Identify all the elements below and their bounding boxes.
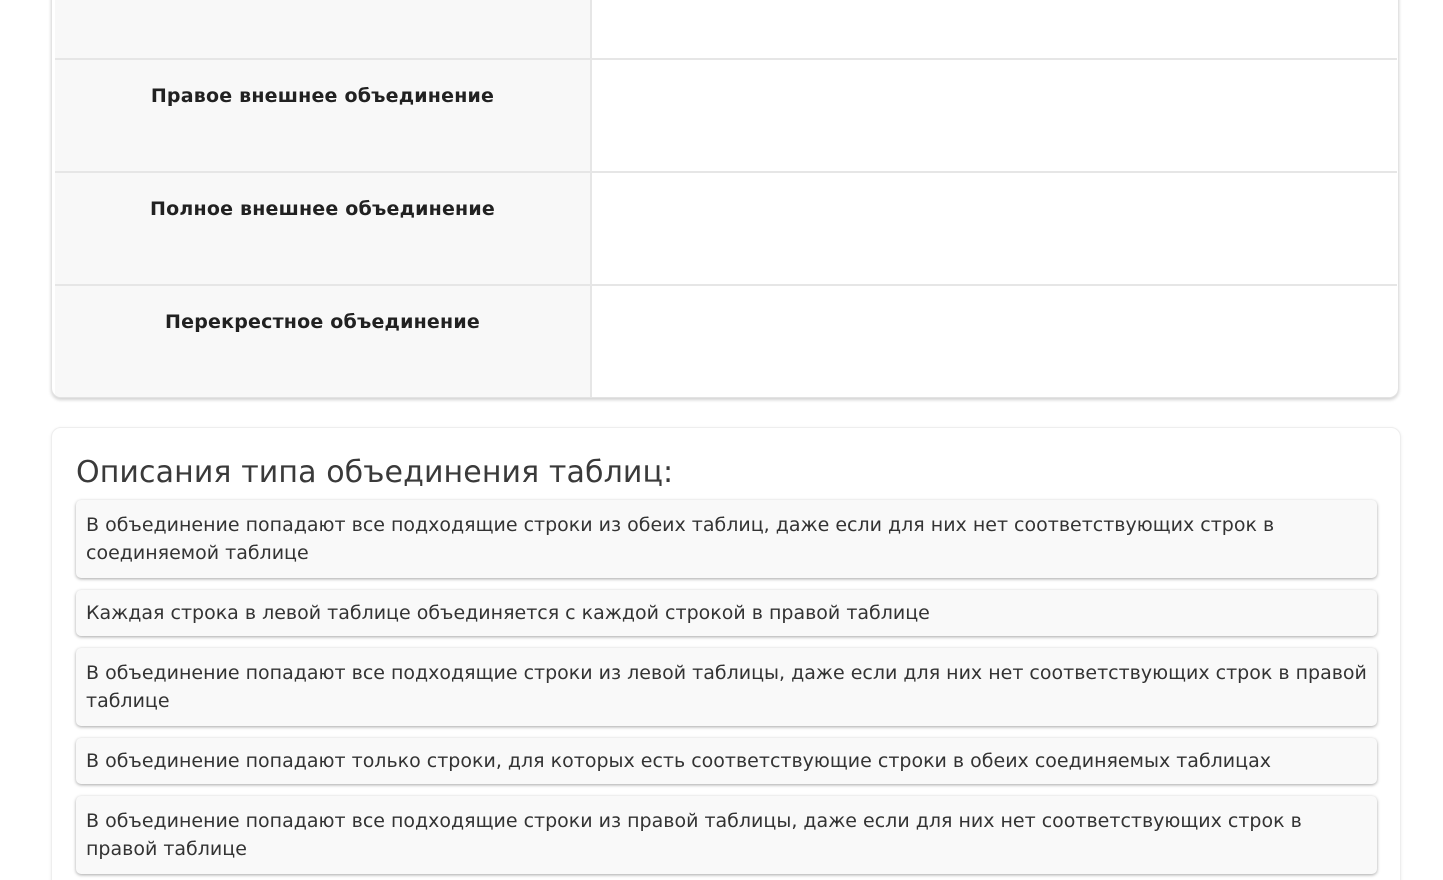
table-row: Перекрестное объединение: [55, 285, 1397, 397]
join-type-cell: Правое внешнее объединение: [55, 59, 592, 173]
matching-table: Правое внешнее объединение Полное внешне…: [55, 0, 1397, 397]
matching-table-card: Правое внешнее объединение Полное внешне…: [51, 0, 1399, 398]
drop-zone[interactable]: [591, 285, 1397, 397]
join-type-label: Полное внешнее объединение: [150, 198, 495, 220]
join-type-cell: Перекрестное объединение: [55, 285, 592, 397]
draggable-description-item[interactable]: В объединение попадают только строки, дл…: [76, 738, 1377, 784]
drop-zone[interactable]: [591, 59, 1397, 173]
join-type-label: Перекрестное объединение: [165, 311, 480, 333]
join-type-label: Правое внешнее объединение: [150, 85, 495, 107]
descriptions-card: Описания типа объединения таблиц: В объе…: [51, 427, 1401, 880]
draggable-description-item[interactable]: В объединение попадают все подходящие ст…: [76, 500, 1377, 578]
join-type-cell: [55, 0, 592, 60]
descriptions-title: Описания типа объединения таблиц:: [76, 455, 674, 490]
draggable-description-item[interactable]: В объединение попадают все подходящие ст…: [76, 648, 1377, 726]
drop-zone[interactable]: [591, 172, 1397, 286]
draggable-description-item[interactable]: В объединение попадают все подходящие ст…: [76, 796, 1377, 874]
join-type-cell: Полное внешнее объединение: [55, 172, 592, 286]
descriptions-list: В объединение попадают все подходящие ст…: [76, 500, 1377, 880]
page: Правое внешнее объединение Полное внешне…: [0, 0, 1443, 880]
table-row: Полное внешнее объединение: [55, 172, 1397, 286]
draggable-description-item[interactable]: Каждая строка в левой таблице объединяет…: [76, 590, 1377, 636]
table-row: Правое внешнее объединение: [55, 59, 1397, 173]
table-row: [55, 0, 1397, 60]
drop-zone[interactable]: [591, 0, 1397, 60]
join-type-label: [55, 0, 590, 6]
